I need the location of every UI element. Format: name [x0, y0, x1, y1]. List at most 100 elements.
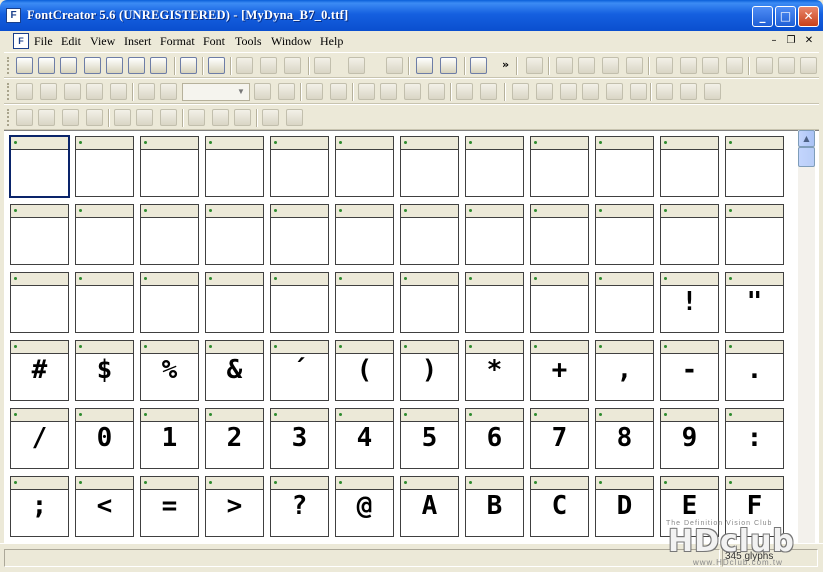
glyph-cell[interactable]: [595, 136, 654, 197]
glyph-cell[interactable]: [335, 136, 394, 197]
glyph-cell[interactable]: #: [10, 340, 69, 401]
align-left-icon[interactable]: [656, 57, 673, 74]
lasso-icon[interactable]: [40, 83, 57, 100]
repeat-icon[interactable]: [386, 57, 403, 74]
copy-icon[interactable]: [260, 57, 277, 74]
pen-icon[interactable]: [110, 83, 127, 100]
glyph-cell[interactable]: [75, 204, 134, 265]
glyph-cell[interactable]: [465, 136, 524, 197]
align-right-edges-icon[interactable]: [160, 109, 177, 126]
glyph-cell[interactable]: [140, 272, 199, 333]
glyph-cell[interactable]: $: [75, 340, 134, 401]
glyph-cell[interactable]: 4: [335, 408, 394, 469]
mdi-restore-button[interactable]: ❐: [784, 34, 798, 47]
glyph-cell[interactable]: =: [140, 476, 199, 537]
mdi-close-button[interactable]: ✕: [802, 34, 816, 47]
align-bottom-icon[interactable]: [234, 109, 251, 126]
glyph-cell[interactable]: [140, 136, 199, 197]
glyph-cell[interactable]: ´: [270, 340, 329, 401]
maximize-button[interactable]: □: [775, 6, 796, 27]
glyph-cell[interactable]: B: [465, 476, 524, 537]
hand-icon[interactable]: [64, 83, 81, 100]
glyph-cell[interactable]: C: [530, 476, 589, 537]
glyph-cell[interactable]: A: [400, 476, 459, 537]
toolbar-grip[interactable]: [7, 109, 10, 126]
glyph-cell[interactable]: ,: [595, 340, 654, 401]
glyph-cell[interactable]: D: [595, 476, 654, 537]
save-icon[interactable]: [84, 57, 101, 74]
glyph-cell[interactable]: [335, 272, 394, 333]
align-top-icon[interactable]: [188, 109, 205, 126]
glyph-cell[interactable]: [595, 204, 654, 265]
align-left-edges-icon[interactable]: [114, 109, 131, 126]
glyph-cell[interactable]: (: [335, 340, 394, 401]
explode-icon[interactable]: [578, 57, 595, 74]
menu-edit[interactable]: Edit: [61, 34, 81, 49]
glyph-cell[interactable]: [400, 204, 459, 265]
glyph-cell[interactable]: 6: [465, 408, 524, 469]
glyph-cell[interactable]: 9: [660, 408, 719, 469]
glyph-cell[interactable]: ;: [10, 476, 69, 537]
eraser-icon[interactable]: [556, 57, 573, 74]
glyph-cell[interactable]: [205, 204, 264, 265]
measure-icon[interactable]: [86, 83, 103, 100]
menu-font[interactable]: Font: [203, 34, 225, 49]
grid-icon[interactable]: [512, 83, 529, 100]
glyph-cell[interactable]: [530, 272, 589, 333]
menu-insert[interactable]: Insert: [124, 34, 151, 49]
union-icon[interactable]: [756, 57, 773, 74]
glyph-cell[interactable]: 7: [530, 408, 589, 469]
glyph-cell[interactable]: 0: [75, 408, 134, 469]
vertical-scrollbar[interactable]: ▲: [798, 130, 815, 543]
glyph-cell[interactable]: <: [75, 476, 134, 537]
glyph-cell[interactable]: 5: [400, 408, 459, 469]
bitmap-icon[interactable]: [630, 83, 647, 100]
glyph-cell[interactable]: -: [660, 340, 719, 401]
glyph-cell[interactable]: [205, 272, 264, 333]
glyph-cell[interactable]: [465, 204, 524, 265]
glyph-cell[interactable]: F: [725, 476, 784, 537]
properties-icon[interactable]: [526, 57, 543, 74]
save-as-icon[interactable]: [106, 57, 123, 74]
guidelines-icon[interactable]: [536, 83, 553, 100]
zoom-combo[interactable]: ▼: [182, 83, 250, 101]
chevron-down-icon[interactable]: ▼: [234, 85, 248, 99]
undo-icon[interactable]: [314, 57, 331, 74]
print-icon[interactable]: [180, 57, 197, 74]
menu-window[interactable]: Window: [271, 34, 312, 49]
glyph-cell[interactable]: [400, 272, 459, 333]
glyph-cell[interactable]: [140, 204, 199, 265]
close-button[interactable]: ✕: [798, 6, 819, 27]
menu-view[interactable]: View: [90, 34, 115, 49]
find-icon[interactable]: [208, 57, 225, 74]
bounding-box-icon[interactable]: [582, 83, 599, 100]
new-icon[interactable]: [16, 57, 33, 74]
glyph-cell[interactable]: [660, 136, 719, 197]
glyph-cell[interactable]: [725, 204, 784, 265]
align-centers-icon[interactable]: [136, 109, 153, 126]
previous-glyph-icon[interactable]: [456, 83, 473, 100]
toolbar-grip[interactable]: [7, 83, 10, 100]
glyph-cell[interactable]: !: [660, 272, 719, 333]
align-middle-icon[interactable]: [212, 109, 229, 126]
zoom-out-icon[interactable]: [160, 83, 177, 100]
glyph-cell[interactable]: [400, 136, 459, 197]
glyph-overview[interactable]: ! " # $% & ´ () * +, -. / 0 1 2 3 4 5 6 7 8 9:; < = >? @ A B C D E F: [4, 130, 819, 543]
rectangle-icon[interactable]: [404, 83, 421, 100]
glyph-cell[interactable]: *: [465, 340, 524, 401]
glyph-cell[interactable]: [9, 135, 70, 198]
save-all-icon[interactable]: [128, 57, 145, 74]
insert-glyph-icon[interactable]: [440, 57, 457, 74]
glyph-cell[interactable]: :: [725, 408, 784, 469]
glyph-cell[interactable]: 2: [205, 408, 264, 469]
baseline-icon[interactable]: [606, 83, 623, 100]
glyph-cell[interactable]: [75, 136, 134, 197]
glyph-cell[interactable]: 1: [140, 408, 199, 469]
rotate-icon[interactable]: [626, 57, 643, 74]
tree-icon[interactable]: [680, 83, 697, 100]
glyph-cell[interactable]: [530, 204, 589, 265]
glyph-cell[interactable]: [75, 272, 134, 333]
next-glyph-icon[interactable]: [480, 83, 497, 100]
glyph-cell[interactable]: [270, 136, 329, 197]
glyph-cell[interactable]: [10, 204, 69, 265]
